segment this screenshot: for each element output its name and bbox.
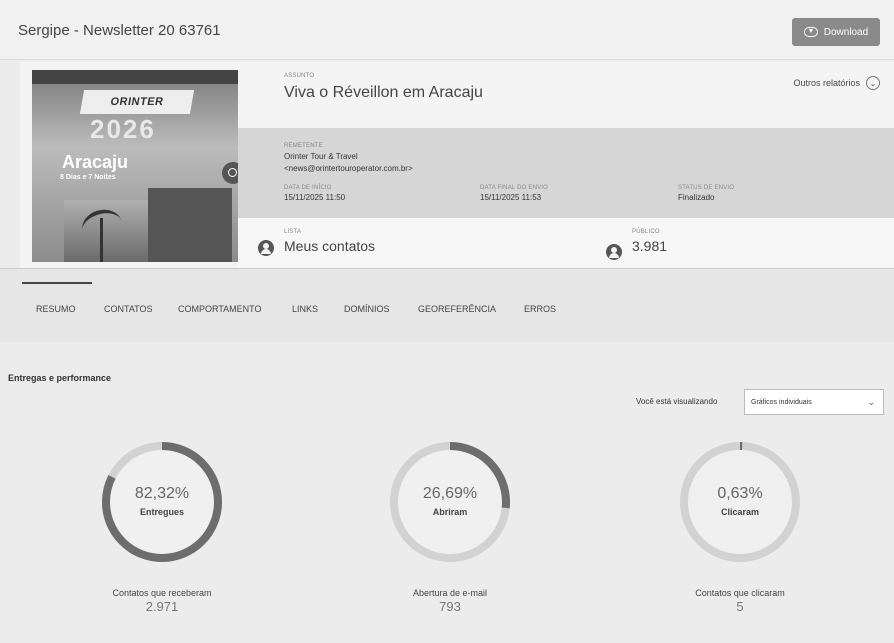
- clicked-value: 5: [736, 599, 744, 614]
- tab-georeferencia[interactable]: GEOREFERÊNCIA: [418, 304, 496, 314]
- opened-percent: 26,69%: [422, 485, 478, 502]
- tab-resumo[interactable]: RESUMO: [36, 304, 76, 314]
- delivered-percent: 82,32%: [134, 485, 190, 502]
- clicked-percent: 0,63%: [717, 485, 763, 502]
- sender-email: <news@orintertouroperator.com.br>: [284, 164, 413, 173]
- contacts-list-icon: [258, 240, 274, 256]
- thumbnail-year: 2026: [90, 114, 156, 144]
- audience-icon: [606, 244, 622, 260]
- sender-name: Orinter Tour & Travel: [284, 152, 358, 161]
- opened-label: Abertura de e-mail: [412, 588, 488, 598]
- tab-dominios[interactable]: DOMÍNIOS: [344, 304, 390, 314]
- other-reports-label: Outros relatórios: [793, 78, 860, 88]
- top-bar: Sergipe - Newsletter 20 63761 Download: [0, 0, 894, 60]
- tab-contatos[interactable]: CONTATOS: [104, 304, 153, 314]
- end-date-value: 15/11/2025 11:53: [480, 193, 542, 202]
- start-date-label: Data de início: [284, 185, 332, 191]
- page-title: Sergipe - Newsletter 20 63761: [18, 22, 221, 39]
- chart-view-select[interactable]: Gráficos individuais ⌄: [744, 389, 884, 415]
- chart-view-value: Gráficos individuais: [751, 398, 812, 406]
- thumbnail-city: Aracaju: [62, 152, 129, 172]
- delivered-name: Entregues: [139, 507, 184, 517]
- chevron-down-icon: ⌄: [866, 76, 880, 90]
- tab-comportamento[interactable]: COMPORTAMENTO: [178, 304, 262, 314]
- download-button[interactable]: Download: [792, 18, 880, 46]
- clicked-label: Contatos que clicaram: [695, 588, 785, 598]
- performance-title: Entregas e performance: [8, 373, 112, 383]
- thumbnail-palm-photo: [64, 200, 154, 262]
- clicked-name: Clicaram: [720, 507, 760, 517]
- end-date-label: Data final do envio: [480, 185, 549, 191]
- tab-erros[interactable]: ERROS: [524, 304, 556, 314]
- audience-label: Público: [632, 229, 660, 235]
- send-status-label: Status de envio: [678, 185, 735, 191]
- tab-links[interactable]: LINKS: [292, 304, 318, 314]
- send-status-value: Finalizado: [678, 193, 715, 202]
- newsletter-thumbnail[interactable]: ORINTER 2026 Aracaju 8 Dias e 7 Noites: [32, 70, 238, 262]
- thumbnail-days: 8 Dias e 7 Noites: [60, 174, 116, 181]
- subject-value: Viva o Réveillon em Aracaju: [284, 84, 483, 101]
- chevron-down-icon: ⌄: [867, 397, 875, 407]
- list-label: Lista: [284, 229, 302, 235]
- start-date-value: 15/11/2025 11:50: [284, 193, 346, 202]
- viewing-label: Você está visualizando: [636, 397, 718, 406]
- opened-value: 793: [439, 599, 461, 614]
- download-label: Download: [823, 26, 869, 38]
- audience-value: 3.981: [632, 238, 668, 254]
- opened-name: Abriram: [432, 507, 468, 517]
- cloud-download-icon: [803, 27, 818, 37]
- active-tab-indicator: [22, 282, 92, 284]
- delivered-label: Contatos que receberam: [112, 588, 212, 598]
- thumbnail-offer-box: [148, 188, 232, 262]
- details-row: [238, 128, 894, 218]
- sender-label: Remetente: [284, 143, 323, 149]
- subject-label: Assunto: [284, 73, 315, 79]
- delivered-value: 2.971: [145, 599, 179, 614]
- thumbnail-top-strip: [32, 70, 238, 84]
- list-value: Meus contatos: [284, 238, 376, 254]
- other-reports-dropdown[interactable]: Outros relatórios ⌄: [793, 76, 880, 90]
- thumbnail-brand-logo: ORINTER: [79, 90, 195, 114]
